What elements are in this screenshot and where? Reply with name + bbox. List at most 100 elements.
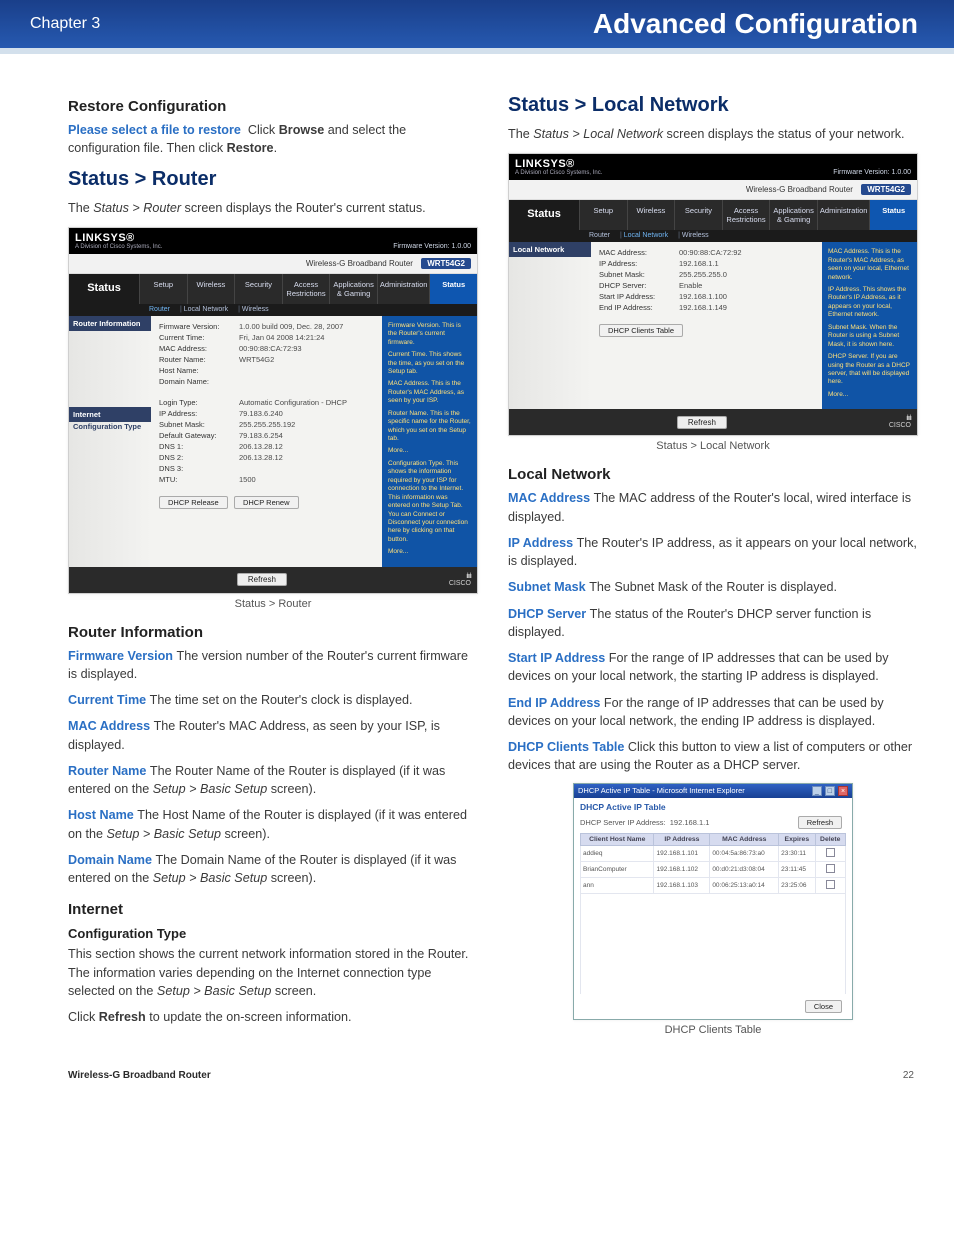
ls-tab-apps[interactable]: Applications & Gaming	[329, 274, 377, 304]
dhcp-col-3: Expires	[779, 833, 815, 845]
ls2-refresh-button[interactable]: Refresh	[677, 416, 727, 429]
ls-tab-access[interactable]: Access Restrictions	[282, 274, 330, 304]
internet-refresh-c: to update the on-screen information.	[146, 1010, 352, 1024]
status-router-figure: LINKSYS® A Division of Cisco Systems, In…	[68, 227, 478, 594]
delete-checkbox[interactable]	[826, 864, 835, 873]
ls-r1-2-l: MAC Address:	[159, 344, 239, 353]
restore-period: .	[274, 141, 278, 155]
ls-brand-sub: A Division of Cisco Systems, Inc.	[75, 244, 162, 250]
ls2-r-5-v: 192.168.1.149	[679, 303, 814, 312]
ls2-subtab-router[interactable]: Router	[589, 232, 610, 239]
status-local-figure: LINKSYS® A Division of Cisco Systems, In…	[508, 153, 918, 436]
ls-r2-5-v: 206.13.28.12	[239, 453, 374, 462]
ls-r2-5-l: DNS 2:	[159, 453, 239, 462]
ls2-subtab-wireless[interactable]: Wireless	[682, 232, 709, 239]
cell: 23:30:11	[779, 845, 815, 861]
ls-r2-7-v: 1500	[239, 475, 374, 484]
ls-help3: MAC Address. This is the Router's MAC Ad…	[388, 380, 464, 404]
ls-firmware-tag: Firmware Version: 1.0.00	[393, 243, 471, 250]
restore-body-a: Click	[248, 123, 275, 137]
ls-subtab-wireless[interactable]: Wireless	[242, 306, 269, 313]
dn-body-b: screen).	[267, 871, 316, 885]
ls2-tab-setup[interactable]: Setup	[579, 200, 627, 230]
minimize-icon[interactable]: _	[812, 786, 822, 796]
sl-introItal: Status > Local Network	[533, 127, 663, 141]
cell: 00:04:5a:86:73:a0	[710, 845, 779, 861]
ls2-more[interactable]: More...	[828, 391, 848, 398]
page-number: 22	[903, 1070, 914, 1081]
ln-sip-lead: Start IP Address	[508, 651, 605, 665]
ls-dhcp-release-btn[interactable]: DHCP Release	[159, 496, 228, 509]
status-local-fig-caption: Status > Local Network	[508, 440, 918, 452]
internet-body-b: screen.	[271, 984, 316, 998]
cell: 00:d0:21:d3:08:04	[710, 861, 779, 877]
dhcp-close-button[interactable]: Close	[805, 1000, 842, 1013]
sr-intro1: The	[68, 201, 93, 215]
ls2-tab-apps[interactable]: Applications & Gaming	[769, 200, 817, 230]
status-router-heading: Status > Router	[68, 168, 478, 191]
ls-status-label: Status	[69, 274, 139, 304]
page-title: Advanced Configuration	[593, 8, 918, 40]
ls2-fw: Firmware Version: 1.0.00	[833, 169, 911, 176]
ls-dhcp-renew-btn[interactable]: DHCP Renew	[234, 496, 299, 509]
ls2-tab-access[interactable]: Access Restrictions	[722, 200, 770, 230]
ls-refresh-button[interactable]: Refresh	[237, 573, 287, 586]
table-row: addieq 192.168.1.101 00:04:5a:86:73:a0 2…	[581, 845, 846, 861]
dhcp-active-title: DHCP Active IP Table	[574, 798, 852, 816]
ls-tab-wireless[interactable]: Wireless	[187, 274, 235, 304]
ls-product-name: Wireless-G Broadband Router	[306, 259, 413, 268]
cell: 00:06:25:13:a0:14	[710, 877, 779, 893]
ls-subtab-router[interactable]: Router	[149, 306, 170, 313]
ls2-tab-wireless[interactable]: Wireless	[627, 200, 675, 230]
delete-checkbox[interactable]	[826, 848, 835, 857]
restore-restore-btn-text: Restore	[227, 141, 274, 155]
ls2-r-0-l: MAC Address:	[599, 248, 679, 257]
mac-lead: MAC Address	[68, 719, 150, 733]
ls2-clients-btn[interactable]: DHCP Clients Table	[599, 324, 683, 337]
ls-subtab-localnet[interactable]: Local Network	[184, 306, 228, 313]
ls2-tab-status[interactable]: Status	[869, 200, 917, 230]
ls-help4: Router Name. This is the specific name f…	[388, 410, 471, 442]
ls-model: WRT54G2	[421, 258, 471, 269]
ls-more1[interactable]: More...	[388, 447, 408, 454]
ls2-r-4-l: Start IP Address:	[599, 292, 679, 301]
close-icon[interactable]: ×	[838, 786, 848, 796]
ln-mac-lead: MAC Address	[508, 491, 590, 505]
chapter-label: Chapter 3	[30, 15, 100, 33]
ls-tab-setup[interactable]: Setup	[139, 274, 187, 304]
ls2-tab-security[interactable]: Security	[674, 200, 722, 230]
ls-r1-4-l: Host Name:	[159, 366, 239, 375]
dhcp-table: Client Host Name IP Address MAC Address …	[580, 833, 846, 894]
ls-r2-6-v	[239, 464, 374, 473]
delete-checkbox[interactable]	[826, 880, 835, 889]
ct-body: The time set on the Router's clock is di…	[150, 693, 413, 707]
dhcp-clients-figure: DHCP Active IP Table - Microsoft Interne…	[573, 783, 853, 1020]
dhcp-refresh-button[interactable]: Refresh	[798, 816, 842, 829]
ln-ds-lead: DHCP Server	[508, 607, 586, 621]
ls2-tab-admin[interactable]: Administration	[817, 200, 870, 230]
ln-sm-body: The Subnet Mask of the Router is display…	[589, 580, 837, 594]
ls-r2-7-l: MTU:	[159, 475, 239, 484]
restore-para: Please select a file to restore Click Br…	[68, 121, 478, 158]
ls-help1: Firmware Version. This is the Router's c…	[388, 322, 461, 346]
maximize-icon[interactable]: □	[825, 786, 835, 796]
internet-refresh-b: Refresh	[99, 1010, 146, 1024]
ls-tab-status[interactable]: Status	[429, 274, 477, 304]
dn-lead: Domain Name	[68, 853, 152, 867]
ls2-cisco: CISCO	[889, 422, 911, 429]
ls-r1-5-v	[239, 377, 374, 386]
ls-tab-security[interactable]: Security	[234, 274, 282, 304]
ls-r2-2-l: Subnet Mask:	[159, 420, 239, 429]
dhcp-col-1: IP Address	[654, 833, 710, 845]
cell: addieq	[581, 845, 654, 861]
ls-cisco: CISCO	[449, 580, 471, 587]
ct-lead: Current Time	[68, 693, 146, 707]
cell: 192.168.1.103	[654, 877, 710, 893]
ls2-subtab-localnet[interactable]: Local Network	[624, 232, 668, 239]
ls2-r-1-l: IP Address:	[599, 259, 679, 268]
ls-r2-3-v: 79.183.6.254	[239, 431, 374, 440]
sr-introItal: Status > Router	[93, 201, 181, 215]
ls-tab-admin[interactable]: Administration	[377, 274, 430, 304]
dn-ital: Setup > Basic Setup	[153, 871, 267, 885]
ls-more2[interactable]: More...	[388, 548, 408, 555]
